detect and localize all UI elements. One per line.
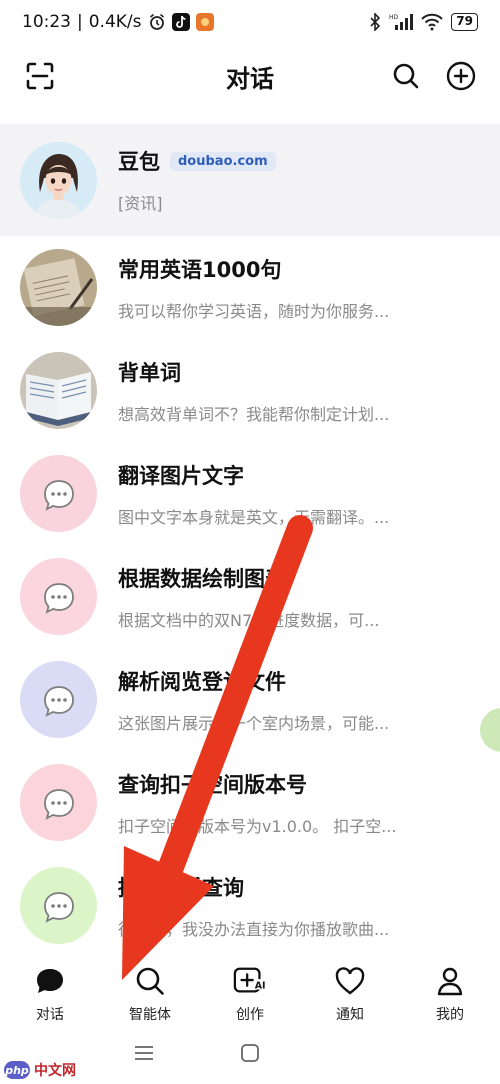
menu-icon [135,1046,153,1060]
nav-label: 智能体 [129,1007,171,1023]
app-notification-icon [195,13,214,31]
chat-icon [33,964,67,998]
chat-bubble-avatar [20,455,97,532]
chat-preview: 图中文字本身就是英文，无需翻译。... [118,507,390,527]
bluetooth-icon [369,13,381,31]
bottom-nav: 对话 智能体 AI 创作 通知 我的 [0,952,500,1026]
nav-tab-notifications[interactable]: 通知 [300,964,400,1024]
chat-item-english-phrases[interactable]: 常用英语1000句 我可以帮你学习英语，随时为你服务... [0,236,500,339]
chat-title: 解析阅览登记文件 [118,669,286,694]
chat-title: 常用英语1000句 [118,257,282,282]
search-icon [133,964,167,998]
chat-item-translate-image[interactable]: 翻译图片文字 图中文字本身就是英文，无需翻译。... [0,442,500,545]
chat-list: 豆包 doubao.com [资讯] 常用英语1000句 我可以帮你学习英语，随… [0,124,500,957]
search-button[interactable] [388,58,424,94]
php-logo: php [4,1061,30,1079]
nav-label: 通知 [336,1007,364,1023]
chat-preview: 扣子空间的版本号为v1.0.0。 扣子空... [118,816,397,836]
chat-bubble-icon [43,788,74,820]
chat-bubble-avatar [20,867,97,944]
chat-item-draw-chart[interactable]: 根据数据绘制图表 根据文档中的双N7级进度数据，可... [0,545,500,648]
nav-tab-agents[interactable]: 智能体 [100,964,200,1024]
chat-item-music-query[interactable]: 播放音乐查询 很抱歉，我没办法直接为你播放歌曲... [0,854,500,957]
alarm-icon [148,13,166,31]
chat-item-version-query[interactable]: 查询扣子空间版本号 扣子空间的版本号为v1.0.0。 扣子空... [0,751,500,854]
notebook-photo-avatar [20,249,97,326]
heart-icon [333,964,367,998]
page-title: 对话 [226,64,274,93]
nav-label: 我的 [436,1007,464,1023]
chat-item-doubao[interactable]: 豆包 doubao.com [资讯] [0,124,500,236]
hd-label: HD [389,14,399,21]
chat-bubble-avatar [20,764,97,841]
nav-tab-create[interactable]: AI 创作 [200,964,300,1024]
chat-preview: 我可以帮你学习英语，随时为你服务... [118,301,390,321]
network-speed: 0.4K/s [88,12,142,32]
clock: 10:23 [22,12,71,32]
chat-title: 翻译图片文字 [118,463,244,488]
signal-icon: HD [389,13,414,31]
official-badge: doubao.com [170,151,276,171]
wifi-icon [421,13,444,31]
chat-bubble-avatar [20,661,97,738]
plus-circle-icon [446,61,476,91]
nav-tab-chat[interactable]: 对话 [0,964,100,1024]
tiktok-icon [171,13,190,31]
chat-preview: 很抱歉，我没办法直接为你播放歌曲... [118,919,390,939]
chat-title: 根据数据绘制图表 [118,566,286,591]
battery-indicator: 79 [451,13,478,31]
chat-preview: 想高效背单词不？我能帮你制定计划... [118,404,390,424]
scan-icon [26,62,54,90]
header: 对话 [0,44,500,108]
chat-title: 豆包 [118,150,160,174]
nav-label: 创作 [236,1007,264,1023]
recents-button[interactable] [134,1045,154,1065]
chat-preview: 根据文档中的双N7级进度数据，可... [118,610,380,630]
status-bar: 10:23 | 0.4K/s HD 79 [0,0,500,44]
chat-bubble-icon [43,582,74,614]
chat-item-parse-file[interactable]: 解析阅览登记文件 这张图片展示了一个室内场景，可能... [0,648,500,751]
book-photo-avatar [20,352,97,429]
chat-item-vocabulary[interactable]: 背单词 想高效背单词不？我能帮你制定计划... [0,339,500,442]
girl-avatar [20,141,97,219]
watermark-text: 中文网 [34,1063,76,1079]
chat-title: 播放音乐查询 [118,875,244,900]
svg-text:AI: AI [255,981,266,992]
chat-preview: [资讯] [118,194,163,213]
chat-title: 背单词 [118,360,181,385]
chat-title: 查询扣子空间版本号 [118,772,307,797]
scan-button[interactable] [22,58,58,94]
chat-bubble-avatar [20,558,97,635]
create-ai-icon: AI [233,964,267,998]
chat-preview: 这张图片展示了一个室内场景，可能... [118,713,390,733]
nav-label: 对话 [36,1007,64,1023]
watermark: php 中文网 [4,1060,76,1080]
nav-tab-profile[interactable]: 我的 [400,964,500,1024]
profile-icon [433,964,467,998]
square-icon [241,1044,259,1062]
home-button[interactable] [240,1043,260,1067]
chat-bubble-icon [43,479,74,511]
chat-bubble-icon [43,685,74,717]
search-icon [393,63,419,89]
chat-bubble-icon [43,891,74,923]
new-chat-button[interactable] [443,58,479,94]
